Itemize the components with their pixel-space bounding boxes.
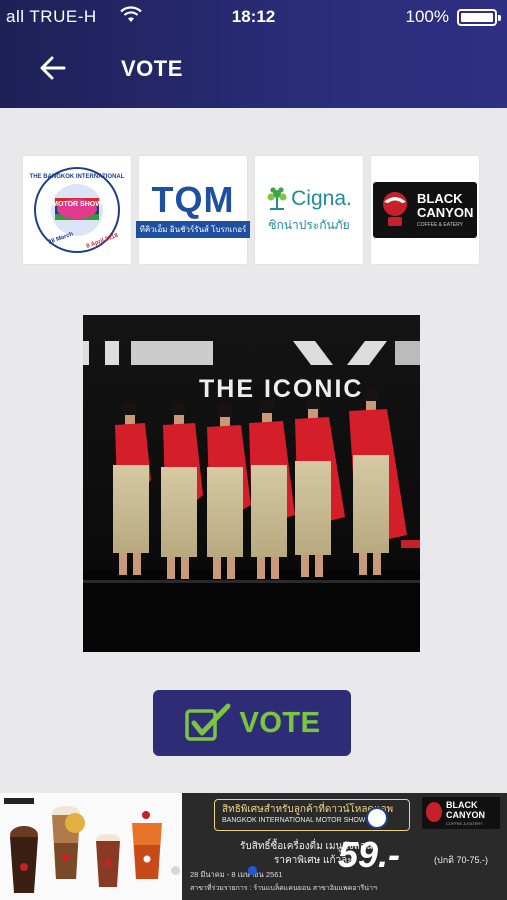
page-title: VOTE xyxy=(121,56,183,81)
contestant-photo[interactable]: THE ICONIC xyxy=(83,315,420,652)
black-canyon-logo-sub: COFFEE & EATERY xyxy=(417,222,463,228)
contestant-figure xyxy=(113,401,151,575)
sponsor-cigna[interactable]: Cigna. ซิกน่าประกันภัย xyxy=(254,155,364,265)
motor-show-badge-icon xyxy=(366,807,388,829)
cigna-logo: Cigna. ซิกน่าประกันภัย xyxy=(266,186,352,235)
black-canyon-logo-2: CANYON xyxy=(417,205,474,220)
app-header: all TRUE-H 18:12 100% VOTE xyxy=(0,0,507,108)
ad-banner[interactable]: สิทธิพิเศษสำหรับลูกค้าที่ดาวน์โหลดแอพ BA… xyxy=(0,793,507,900)
motor-show-logo: MOTOR SHOW THE BANGKOK INTERNATIONAL 28 … xyxy=(30,167,125,253)
cigna-logo-sub: ซิกน่าประกันภัย xyxy=(268,217,350,232)
ad-subhead: BANGKOK INTERNATIONAL MOTOR SHOW xyxy=(222,817,366,824)
stage-text: THE ICONIC xyxy=(199,375,363,403)
vote-button-label: VOTE xyxy=(239,706,321,739)
sponsor-row: MOTOR SHOW THE BANGKOK INTERNATIONAL 28 … xyxy=(22,155,482,265)
arrow-left-icon xyxy=(40,56,66,80)
ad-promo: สิทธิพิเศษสำหรับลูกค้าที่ดาวน์โหลดแอพ BA… xyxy=(182,793,507,900)
tqm-logo-text: TQM xyxy=(151,179,235,220)
checkbox-check-icon xyxy=(184,703,231,741)
sponsor-motor-show[interactable]: MOTOR SHOW THE BANGKOK INTERNATIONAL 28 … xyxy=(22,155,132,265)
motor-show-logo-mid: MOTOR SHOW xyxy=(52,201,102,208)
sponsor-black-canyon[interactable]: BLACK CANYON COFFEE & EATERY xyxy=(370,155,480,265)
horse-rider-icon xyxy=(383,192,407,226)
ad-price-note: (ปกติ 70-75.-) xyxy=(434,855,489,865)
ad-price: 59.- xyxy=(338,834,401,875)
banner-page-dot[interactable] xyxy=(171,866,180,875)
sponsor-tqm[interactable]: TQM ทีคิวเอ็ม อินชัวร์รันส์ โบรกเกอร์ xyxy=(135,155,251,265)
ad-brand-2: CANYON xyxy=(446,810,486,820)
battery-icon xyxy=(457,9,501,26)
black-canyon-badge: BLACK CANYON COFFEE & EATERY xyxy=(422,797,500,829)
ad-branch: สาขาที่ร่วมรายการ : ร้านแบล็คแคนยอน สาขา… xyxy=(190,885,377,892)
black-canyon-logo-1: BLACK xyxy=(417,191,463,206)
ad-dates: 28 มีนาคม - 8 เมษายน 2561 xyxy=(190,870,283,879)
cigna-logo-text: Cigna. xyxy=(291,186,352,210)
contestant-photo-image: THE ICONIC xyxy=(83,315,420,652)
horse-rider-icon xyxy=(426,802,442,822)
motor-show-logo-top: THE BANGKOK INTERNATIONAL xyxy=(30,174,125,180)
back-button[interactable] xyxy=(30,50,74,86)
ad-brand-sub: COFFEE & EATERY xyxy=(446,821,483,826)
tree-icon xyxy=(267,186,287,210)
status-bar: all TRUE-H 18:12 100% xyxy=(0,0,507,34)
black-canyon-logo: BLACK CANYON COFFEE & EATERY xyxy=(373,182,477,238)
tqm-logo: TQM ทีคิวเอ็ม อินชัวร์รันส์ โบรกเกอร์ xyxy=(135,179,251,238)
tqm-logo-sub: ทีคิวเอ็ม อินชัวร์รันส์ โบรกเกอร์ xyxy=(135,221,251,238)
battery-percent: 100% xyxy=(405,7,449,26)
ad-brand-1: BLACK xyxy=(446,800,478,810)
ad-drinks-image xyxy=(0,793,182,900)
vote-button[interactable]: VOTE xyxy=(153,690,351,756)
banner-page-dot-active[interactable] xyxy=(248,866,257,875)
